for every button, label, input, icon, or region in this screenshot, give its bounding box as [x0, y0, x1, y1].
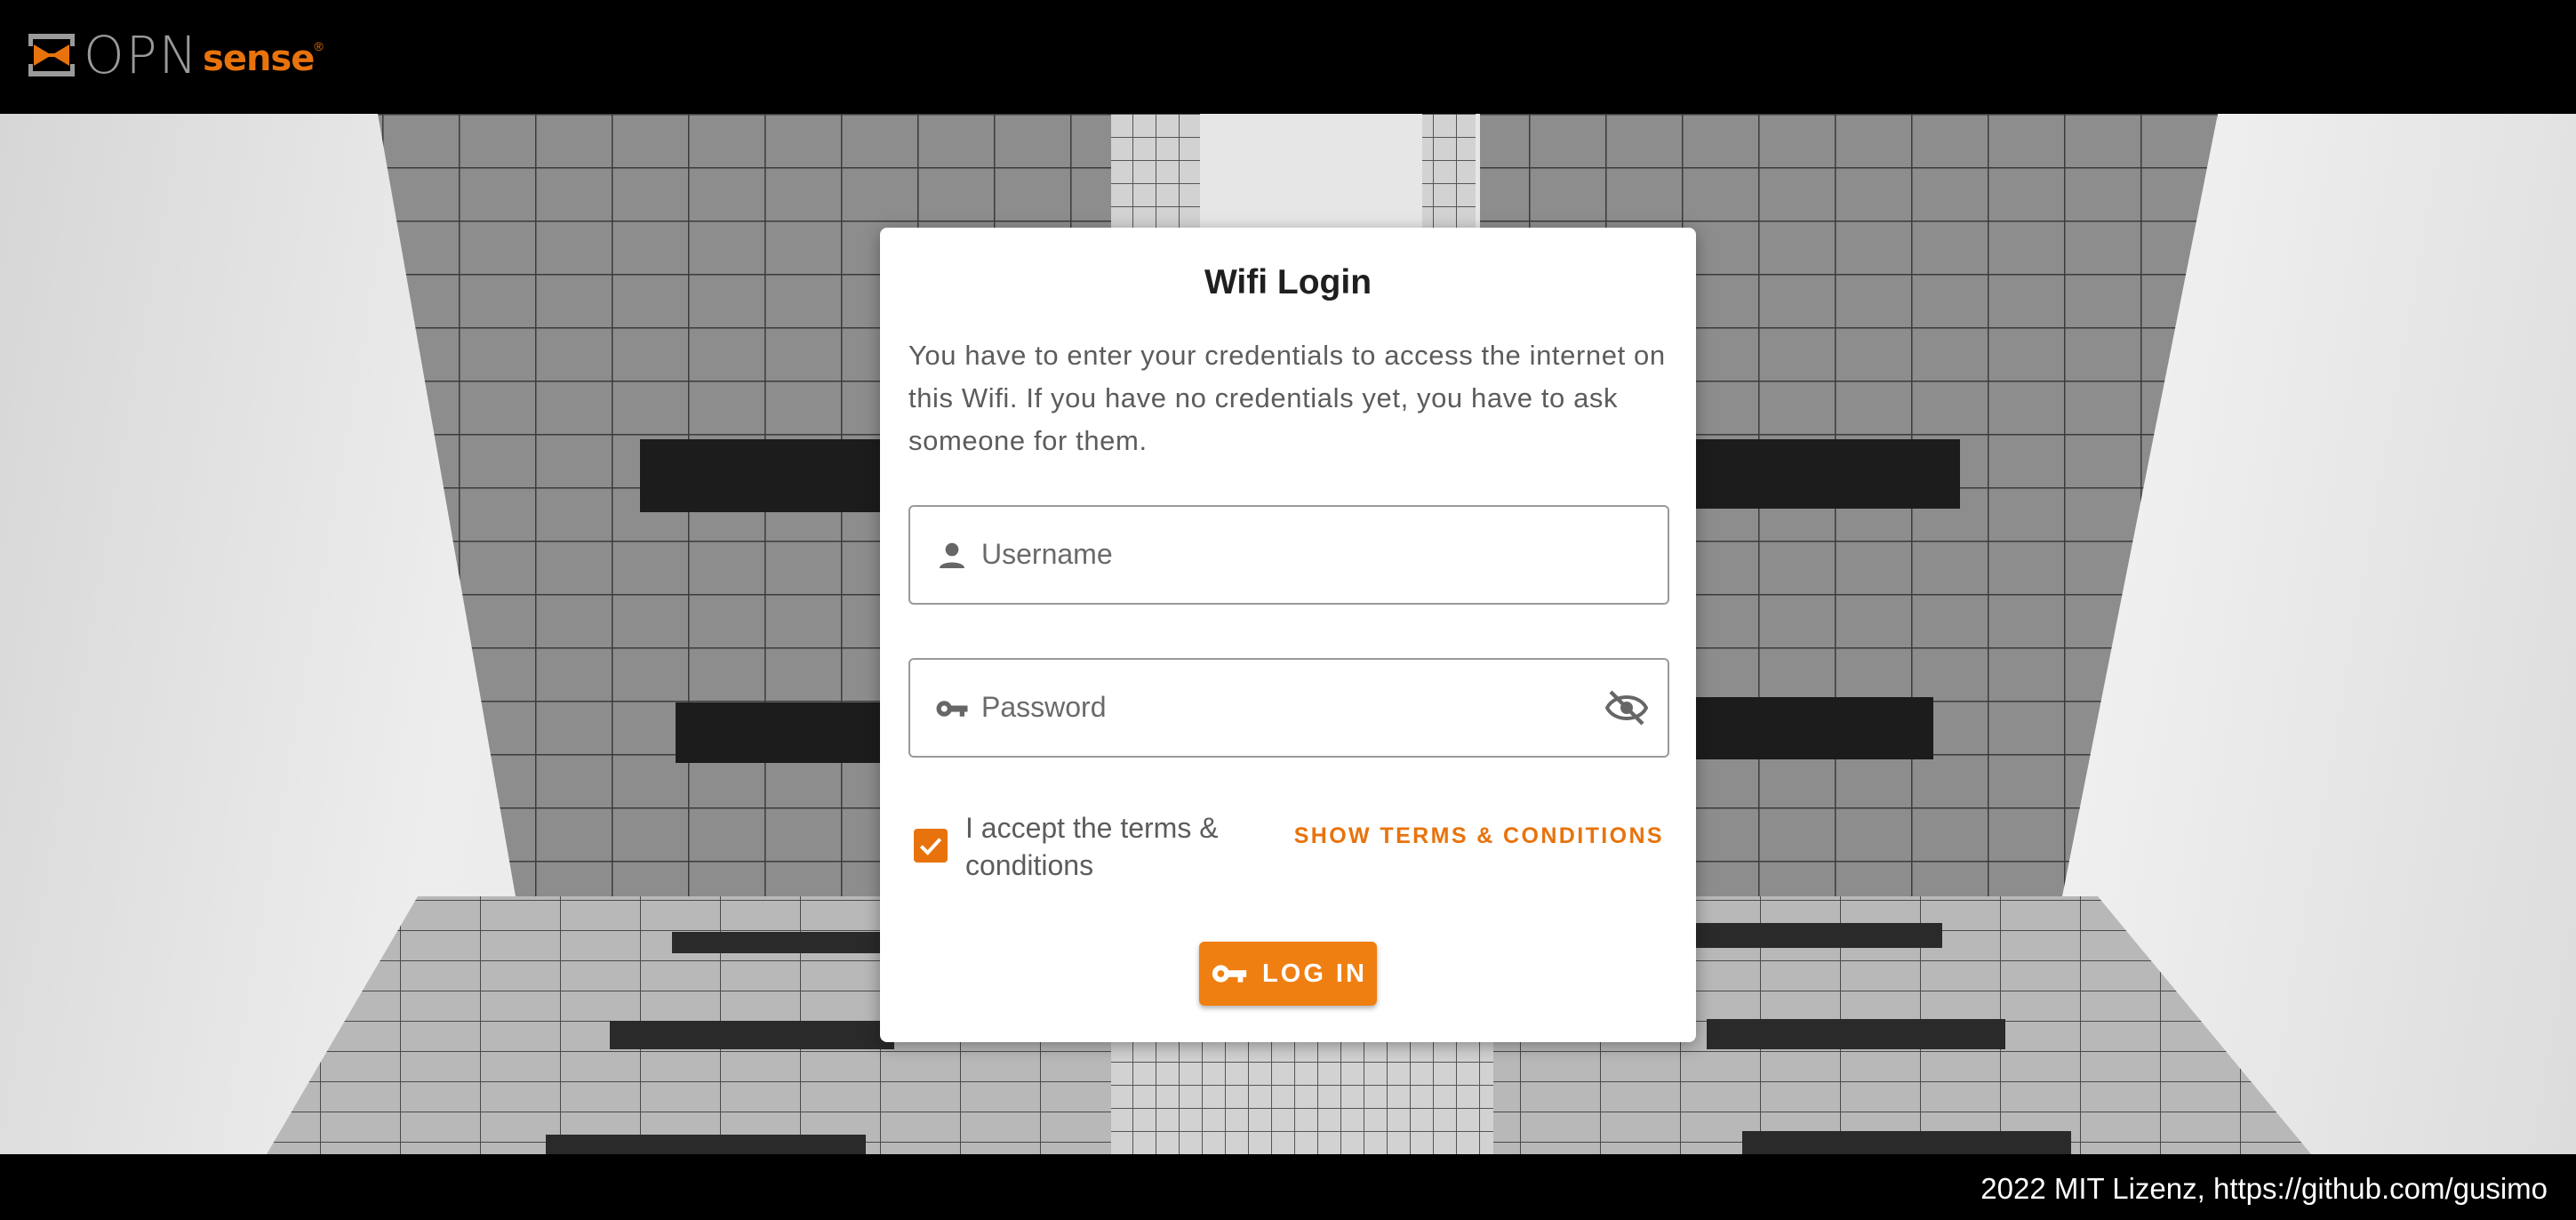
username-input[interactable]: [980, 507, 1605, 601]
eye-off-icon[interactable]: [1605, 688, 1648, 727]
login-button-label: LOG IN: [1262, 959, 1367, 988]
logo-text-sense: sense: [203, 38, 315, 79]
card-title: Wifi Login: [1204, 263, 1372, 301]
opnsense-logo: OPN sense ®: [25, 27, 324, 84]
show-terms-link[interactable]: SHOW TERMS & CONDITIONS: [1294, 823, 1664, 849]
footer-text: 2022 MIT Lizenz, https://github.com/gusi…: [1980, 1172, 2548, 1205]
password-input[interactable]: [980, 660, 1605, 754]
checkmark-icon: [919, 838, 942, 855]
card-description: You have to enter your credentials to ac…: [908, 340, 1666, 456]
accept-terms-checkbox[interactable]: [914, 829, 948, 863]
key-icon: [1212, 965, 1247, 983]
footer: 2022 MIT Lizenz, https://github.com/gusi…: [0, 1154, 2576, 1220]
person-icon: [940, 542, 964, 568]
login-button[interactable]: LOG IN: [1199, 942, 1377, 1006]
top-bar: OPN sense ®: [0, 0, 2576, 114]
password-field[interactable]: [908, 658, 1669, 758]
accept-terms-label[interactable]: I accept the terms & conditions: [965, 809, 1259, 884]
logo-registered-mark: ®: [314, 39, 324, 53]
key-icon: [936, 701, 968, 717]
logo-text-opn: OPN: [84, 25, 200, 85]
wifi-login-card: Wifi Login You have to enter your creden…: [880, 228, 1696, 1042]
opnsense-logo-icon: [28, 34, 75, 76]
username-field[interactable]: [908, 505, 1669, 605]
